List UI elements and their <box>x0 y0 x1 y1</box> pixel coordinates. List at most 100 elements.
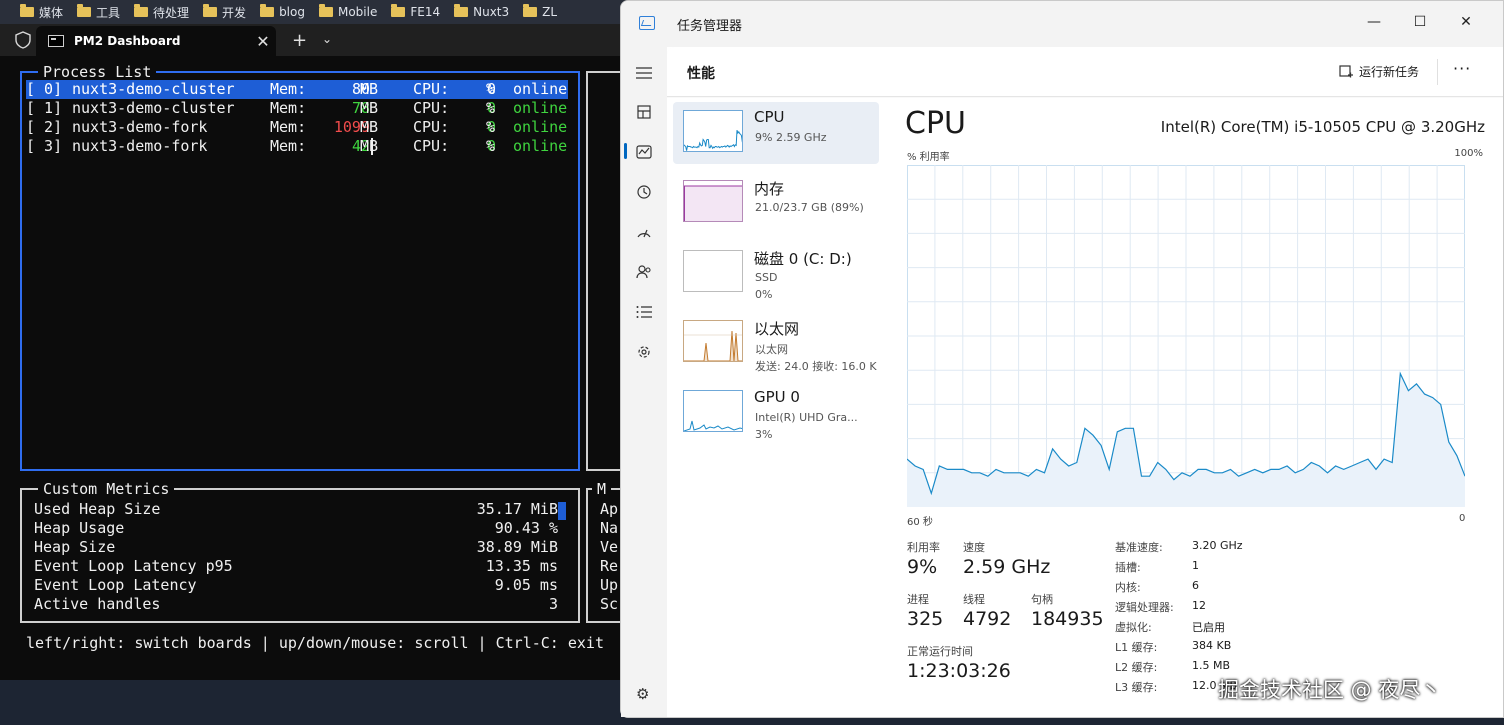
process-status: online <box>513 118 568 136</box>
bookmark-folder[interactable]: 开发 <box>203 4 246 21</box>
cpu-unit: % <box>486 99 496 117</box>
metadata-row: Re <box>600 557 619 575</box>
performance-content: CPU 9% 2.59 GHz 内存 21.0/23.7 GB (89%) 磁盘 0 (… <box>667 98 1503 717</box>
process-row[interactable]: [ 3] nuxt3-demo-fork Mem: 42 MB CPU: 0% online <box>26 137 568 156</box>
processes-icon[interactable] <box>634 102 654 122</box>
resource-sparkline <box>684 251 743 292</box>
active-nav-indicator <box>624 143 627 159</box>
process-index: [ 0] <box>26 80 63 98</box>
scrollbar-thumb[interactable] <box>558 502 566 520</box>
process-index: [ 2] <box>26 118 63 136</box>
task-manager-app-icon <box>639 16 655 30</box>
metric-label: Event Loop Latency p95 <box>34 557 233 575</box>
process-row[interactable]: [ 1] nuxt3-demo-cluster Mem: 78 MB CPU: 0% onli… <box>26 99 568 118</box>
resource-ethernet[interactable]: 以太网 以太网 发送: 24.0 接收: 16.0 K <box>673 312 879 374</box>
resource-thumbnail <box>683 390 743 432</box>
bookmark-folder[interactable]: FE14 <box>391 4 440 19</box>
resource-memory[interactable]: 内存 21.0/23.7 GB (89%) <box>673 172 879 234</box>
metric-label: Used Heap Size <box>34 500 161 518</box>
resource-cpu[interactable]: CPU 9% 2.59 GHz <box>673 102 879 164</box>
minimize-button[interactable]: — <box>1359 9 1389 35</box>
spec-label: L1 缓存: <box>1115 641 1158 654</box>
process-status: online <box>513 80 568 98</box>
resource-thumbnail <box>683 110 743 152</box>
run-new-task-button[interactable]: 运行新任务 <box>1339 63 1419 80</box>
terminal-tab-title: PM2 Dashboard <box>74 34 181 48</box>
services-icon[interactable] <box>634 342 654 362</box>
startup-apps-icon[interactable] <box>634 222 654 242</box>
bookmark-folder[interactable]: blog <box>260 4 305 19</box>
resource-detail: 以太网 <box>755 343 788 356</box>
bookmark-folder[interactable]: ZL <box>523 4 558 19</box>
spec-value: 6 <box>1192 579 1199 592</box>
process-name: nuxt3-demo-fork <box>72 137 208 155</box>
maximize-button[interactable]: ☐ <box>1405 9 1435 35</box>
hamburger-menu-icon[interactable] <box>634 63 654 83</box>
bookmark-folder[interactable]: Nuxt3 <box>454 4 509 19</box>
resource-detail: 9% 2.59 GHz <box>755 131 827 144</box>
bookmark-label: ZL <box>542 5 558 19</box>
metadata-row: Sc <box>600 595 619 613</box>
metric-row: Active handles 3 <box>34 595 558 614</box>
process-row[interactable]: [ 2] nuxt3-demo-fork Mem: 1099 MB CPU: 0% onlin… <box>26 118 568 137</box>
mem-label: Mem: <box>270 99 307 117</box>
terminal-body[interactable]: Process List [ 0] nuxt3-demo-cluster Mem: 8… <box>0 56 646 680</box>
mem-unit: MB <box>360 137 379 155</box>
bookmark-label: blog <box>279 5 305 19</box>
process-name: nuxt3-demo-cluster <box>72 99 235 117</box>
speed-value: 2.59 GHz <box>963 556 1051 578</box>
folder-icon <box>391 4 406 17</box>
resource-thumbnail <box>683 320 743 362</box>
mem-label: Mem: <box>270 80 307 98</box>
metric-row: Heap Size 38.89 MiB <box>34 538 558 557</box>
resource-detail-2: 0% <box>755 288 773 301</box>
resource-detail-2: 发送: 24.0 接收: 16.0 K <box>755 360 877 373</box>
spec-value: 384 KB <box>1192 639 1232 652</box>
spec-value: 3.20 GHz <box>1192 539 1243 552</box>
utilization-label: 利用率 <box>907 541 940 554</box>
resource-disk[interactable]: 磁盘 0 (C: D:) SSD 0% <box>673 242 879 304</box>
new-tab-button[interactable]: + <box>292 30 307 51</box>
bookmark-folder[interactable]: 待处理 <box>134 4 189 21</box>
metric-row: Event Loop Latency 9.05 ms <box>34 576 558 595</box>
terminal-tab[interactable]: PM2 Dashboard ✕ <box>36 26 276 56</box>
terminal-icon <box>48 35 64 47</box>
shield-icon[interactable] <box>14 31 32 49</box>
bookmark-folder[interactable]: 工具 <box>77 4 120 21</box>
close-tab-icon[interactable]: ✕ <box>250 32 276 51</box>
app-history-icon[interactable] <box>634 182 654 202</box>
details-icon[interactable] <box>634 302 654 322</box>
spec-label: L2 缓存: <box>1115 661 1158 674</box>
bookmark-folder[interactable]: 媒体 <box>20 4 63 21</box>
mem-unit: MB <box>360 99 379 117</box>
resource-sparkline <box>684 420 742 431</box>
resource-gpu[interactable]: GPU 0 Intel(R) UHD Gra... 3% <box>673 382 879 444</box>
metadata-row: Ap <box>600 500 619 518</box>
terminal-window: PM2 Dashboard ✕ + ⌄ Process List [ 0] nux… <box>0 24 646 680</box>
handles-label: 句柄 <box>1031 593 1053 606</box>
header-divider <box>1437 59 1438 85</box>
users-icon[interactable] <box>634 262 654 282</box>
custom-metrics-panel: Custom Metrics Used Heap Size 35.17 MiB He… <box>20 480 580 623</box>
bookmark-folder[interactable]: Mobile <box>318 4 377 19</box>
process-list-title: Process List <box>38 63 157 81</box>
nav-rail: ⚙ <box>621 47 667 717</box>
folder-icon <box>77 4 92 17</box>
cpu-label: CPU: <box>413 80 450 98</box>
performance-icon[interactable] <box>634 142 654 162</box>
spec-value: 1.5 MB <box>1192 659 1231 672</box>
resource-detail-2: 3% <box>755 428 773 441</box>
settings-gear-icon[interactable]: ⚙ <box>636 685 649 703</box>
more-options-button[interactable]: ··· <box>1453 59 1471 78</box>
cpu-unit: % <box>486 137 496 155</box>
chevron-down-icon[interactable]: ⌄ <box>322 32 332 46</box>
close-button[interactable]: ✕ <box>1451 9 1481 35</box>
processes-value: 325 <box>907 608 944 630</box>
processes-label: 进程 <box>907 593 929 606</box>
cpu-label: CPU: <box>413 118 450 136</box>
folder-icon <box>20 4 34 17</box>
spec-label: L3 缓存: <box>1115 681 1158 694</box>
process-row[interactable]: [ 0] nuxt3-demo-cluster Mem: 80 MB CPU: 0% onli… <box>26 80 568 99</box>
run-new-task-label: 运行新任务 <box>1359 65 1420 79</box>
metric-label: Active handles <box>34 595 161 613</box>
